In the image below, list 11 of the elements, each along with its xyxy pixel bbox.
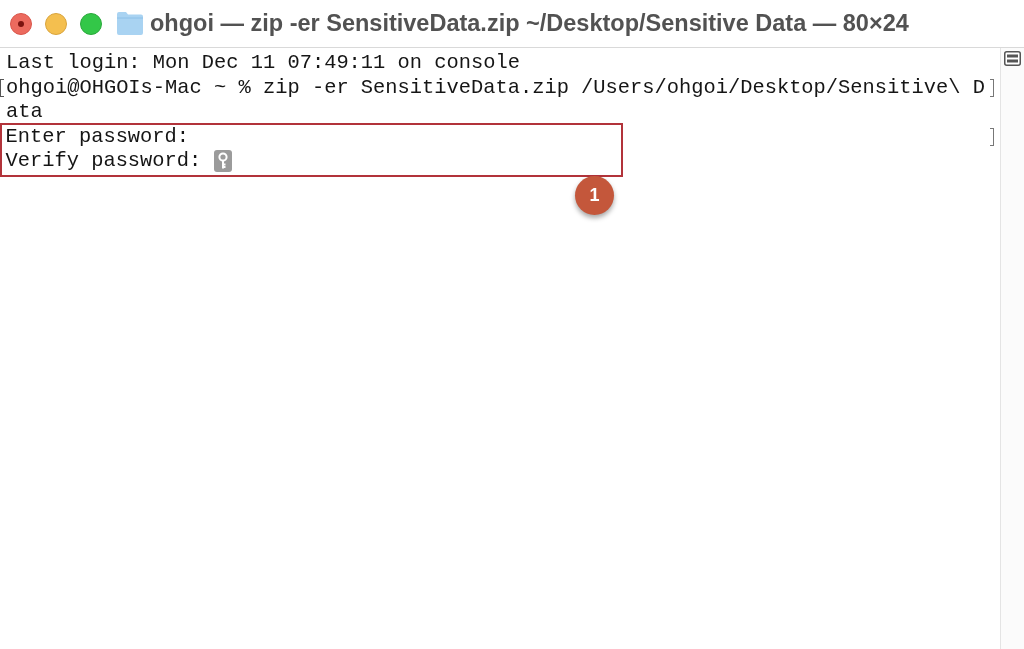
terminal-line: Last login: Mon Dec 11 07:49:11 on console bbox=[6, 51, 520, 76]
split-pane-icon[interactable] bbox=[1004, 51, 1021, 66]
terminal-line: Verify password: bbox=[5, 149, 202, 174]
folder-icon bbox=[116, 11, 144, 36]
close-icon[interactable] bbox=[10, 12, 32, 35]
terminal-line: ohgoi@OHGOIs-Mac ~ % zip -er SensitiveData.zip /Users/ohgoi/Desktop/Sensitive\ D bbox=[6, 75, 985, 100]
terminal-line: ata bbox=[6, 100, 43, 125]
terminal-line: Enter password: bbox=[5, 124, 190, 149]
step-number-marker: 1 bbox=[575, 175, 614, 215]
window-title: ohgoi — zip -er SensitiveData.zip ~/Desktop/Sensitive Data — 80×24 bbox=[150, 10, 909, 37]
zoom-icon[interactable] bbox=[80, 12, 102, 35]
